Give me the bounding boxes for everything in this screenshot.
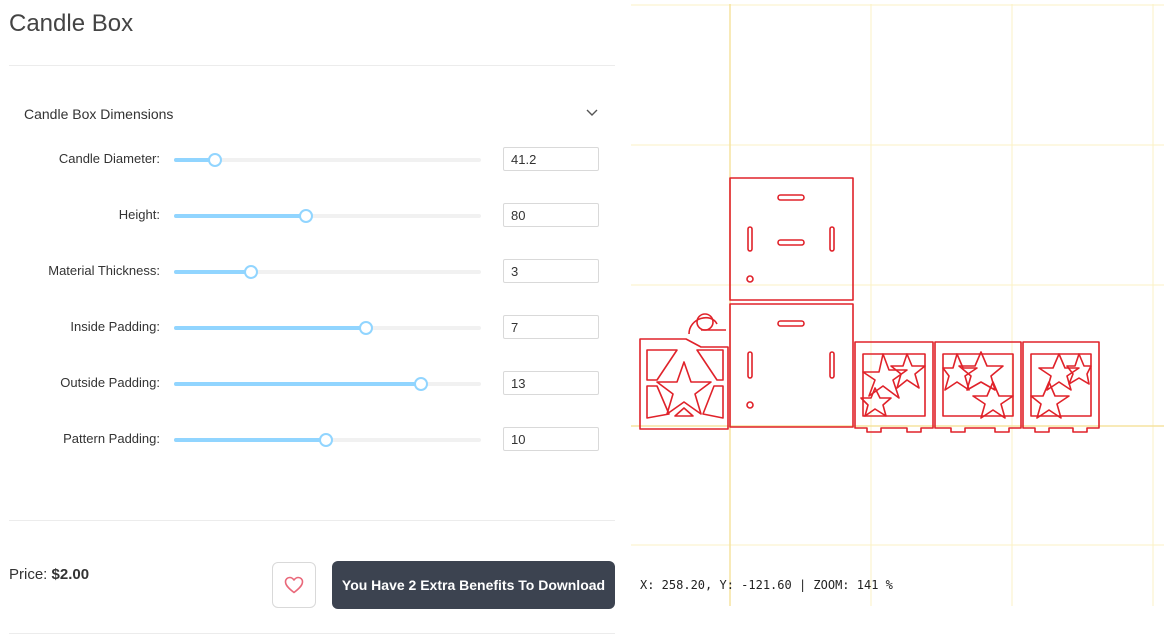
param-label: Inside Padding: xyxy=(70,319,160,334)
slider-fill xyxy=(174,214,306,218)
section-title: Candle Box Dimensions xyxy=(24,106,174,122)
outside-padding-slider[interactable] xyxy=(174,369,481,399)
param-row: Candle Diameter: xyxy=(0,145,615,175)
preview-canvas[interactable] xyxy=(631,4,1164,606)
heart-icon xyxy=(284,576,304,594)
pattern-padding-slider[interactable] xyxy=(174,425,481,455)
outside-padding-input[interactable] xyxy=(503,371,599,395)
slider-handle[interactable] xyxy=(243,265,258,279)
grid xyxy=(631,4,1164,606)
slider-handle[interactable] xyxy=(299,209,313,223)
coordinate-readout: X: 258.20, Y: -121.60 | ZOOM: 141 % xyxy=(640,578,893,592)
divider xyxy=(9,65,615,66)
inside-padding-slider[interactable] xyxy=(174,313,481,343)
slider-fill xyxy=(174,438,326,442)
settings-panel: Candle Box Candle Box Dimensions Candle … xyxy=(0,0,624,642)
param-row: Height: xyxy=(0,201,615,231)
slider-fill xyxy=(174,326,366,330)
slider-handle[interactable] xyxy=(414,377,429,391)
param-label: Pattern Padding: xyxy=(63,431,160,446)
chevron-down-icon[interactable] xyxy=(584,104,600,120)
slider-handle[interactable] xyxy=(318,433,333,447)
material-thickness-input[interactable] xyxy=(503,259,599,283)
param-label: Candle Diameter: xyxy=(58,151,160,166)
divider xyxy=(9,520,615,521)
slider-handle[interactable] xyxy=(208,153,223,167)
slider-fill xyxy=(174,270,251,274)
material-thickness-slider[interactable] xyxy=(174,257,481,287)
price-label: Price: xyxy=(9,566,52,583)
section-header[interactable]: Candle Box Dimensions xyxy=(24,104,600,124)
favorite-button[interactable] xyxy=(272,562,316,608)
axes xyxy=(631,4,1164,606)
download-button[interactable]: You Have 2 Extra Benefits To Download xyxy=(332,561,615,609)
slider-handle[interactable] xyxy=(358,321,373,335)
param-label: Height: xyxy=(118,207,160,222)
box-pattern xyxy=(639,177,1100,433)
height-slider[interactable] xyxy=(174,201,481,231)
param-label: Material Thickness: xyxy=(48,263,160,278)
inside-padding-input[interactable] xyxy=(503,315,599,339)
price: Price: $2.00 xyxy=(9,566,89,583)
candle-diameter-slider[interactable] xyxy=(174,145,481,175)
divider xyxy=(9,633,615,634)
page-title: Candle Box xyxy=(9,10,134,37)
param-row: Inside Padding: xyxy=(0,313,615,343)
param-row: Material Thickness: xyxy=(0,257,615,287)
price-value: $2.00 xyxy=(51,566,90,583)
slider-fill xyxy=(174,382,422,386)
param-row: Outside Padding: xyxy=(0,369,615,399)
height-input[interactable] xyxy=(503,203,599,227)
param-label: Outside Padding: xyxy=(60,375,160,390)
param-row: Pattern Padding: xyxy=(0,425,615,455)
pattern-padding-input[interactable] xyxy=(503,427,599,451)
candle-diameter-input[interactable] xyxy=(503,147,599,171)
